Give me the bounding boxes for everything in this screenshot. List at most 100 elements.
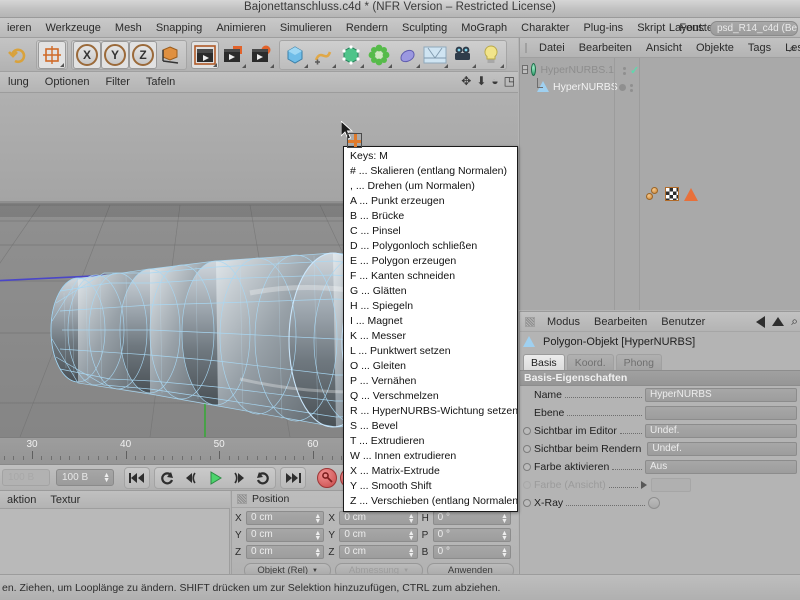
shortcut-item[interactable]: I ... Magnet: [344, 314, 517, 329]
override-radio[interactable]: [523, 463, 531, 471]
shortcut-item[interactable]: K ... Messer: [344, 329, 517, 344]
stepper-icon[interactable]: ▲ ▼: [408, 513, 415, 525]
shortcut-item[interactable]: Y ... Smooth Shift: [344, 479, 517, 494]
expander-icon[interactable]: –: [522, 65, 529, 74]
object-menu-item-datei[interactable]: Datei: [532, 38, 572, 58]
menu-item-rendern[interactable]: Rendern: [339, 18, 395, 38]
menu-item-mograph[interactable]: MoGraph: [454, 18, 514, 38]
override-radio[interactable]: [523, 427, 531, 435]
material-menu-item-aktion[interactable]: aktion: [0, 491, 43, 509]
up-arrow-icon[interactable]: [772, 317, 785, 326]
search-icon[interactable]: ⌕: [791, 314, 798, 329]
coord-field-size-y[interactable]: 0 cm ▲ ▼: [339, 528, 418, 542]
visibility-dot-icon[interactable]: [619, 84, 626, 91]
property-field-name[interactable]: HyperNURBS: [645, 388, 797, 402]
property-field-ebene[interactable]: [645, 406, 797, 420]
menu-item-ieren[interactable]: ieren: [0, 18, 38, 38]
material-manager-panel[interactable]: [0, 509, 230, 574]
stepper-icon[interactable]: ▲ ▼: [103, 472, 110, 484]
shortcut-item[interactable]: Q ... Verschmelzen: [344, 389, 517, 404]
environment-icon[interactable]: [421, 41, 449, 69]
material-menu-item-textur[interactable]: Textur: [43, 491, 87, 509]
shortcut-item[interactable]: W ... Innen extrudieren: [344, 449, 517, 464]
texture-tag-icon[interactable]: [665, 187, 679, 201]
deformer-icon[interactable]: [393, 41, 421, 69]
render-view-icon[interactable]: [191, 40, 219, 69]
expand-arrow-icon[interactable]: [641, 481, 647, 489]
shortcut-item[interactable]: R ... HyperNURBS-Wichtung setzen: [344, 404, 517, 419]
viewport-menu-item-lung[interactable]: lung: [0, 72, 37, 93]
zoom-icon[interactable]: ⬇: [476, 74, 486, 88]
back-arrow-icon[interactable]: [756, 315, 766, 328]
coord-field-size-z[interactable]: 0 cm ▲ ▼: [339, 545, 418, 559]
move-axis-icon[interactable]: [38, 40, 66, 69]
search-icon[interactable]: ⌕: [789, 41, 796, 56]
visibility-row[interactable]: [615, 79, 639, 96]
grip-icon[interactable]: [525, 316, 535, 327]
shortcut-item[interactable]: Z ... Verschieben (entlang Normalen): [344, 494, 517, 509]
menu-item-plug-ins[interactable]: Plug-ins: [576, 18, 630, 38]
layout-selector[interactable]: Layout: psd_R14_c4d (Ben: [669, 18, 800, 38]
shortcut-item[interactable]: P ... Vernähen: [344, 374, 517, 389]
shortcut-item[interactable]: L ... Punktwert setzen: [344, 344, 517, 359]
shortcut-item[interactable]: G ... Glätten: [344, 284, 517, 299]
go-to-start-button[interactable]: [125, 468, 149, 488]
menu-item-sculpting[interactable]: Sculpting: [395, 18, 454, 38]
object-tree[interactable]: – HyperNURBS.1 HyperNURBS: [520, 58, 618, 310]
coord-field-position-y[interactable]: 0 cm ▲ ▼: [246, 528, 325, 542]
render-settings-icon[interactable]: [247, 41, 275, 69]
override-radio[interactable]: [523, 499, 531, 507]
object-menu-item-tags[interactable]: Tags: [741, 38, 778, 58]
render-region-icon[interactable]: [219, 41, 247, 69]
camera-icon[interactable]: [449, 41, 477, 69]
viewport-menu-item-optionen[interactable]: Optionen: [37, 72, 98, 93]
object-tree-row[interactable]: – HyperNURBS.1: [520, 61, 614, 78]
menu-item-werkzeuge[interactable]: Werkzeuge: [38, 18, 107, 38]
shortcut-item[interactable]: F ... Kanten schneiden: [344, 269, 517, 284]
record-key-icon[interactable]: [317, 467, 337, 488]
frame-back-loop-button[interactable]: [155, 468, 179, 488]
frame-forward-button[interactable]: [227, 468, 251, 488]
coord-field-rotation-p[interactable]: 0 ° ▲ ▼: [432, 528, 511, 542]
play-button[interactable]: [203, 468, 227, 488]
shortcut-item[interactable]: T ... Extrudieren: [344, 434, 517, 449]
menu-item-animieren[interactable]: Animieren: [209, 18, 273, 38]
object-axis-icon[interactable]: [157, 41, 185, 69]
menu-item-mesh[interactable]: Mesh: [108, 18, 149, 38]
property-toggle[interactable]: [648, 497, 660, 509]
viewport-menu-item-filter[interactable]: Filter: [97, 72, 137, 93]
coord-field-rotation-b[interactable]: 0 ° ▲ ▼: [432, 545, 511, 559]
loop-icon[interactable]: [251, 468, 275, 488]
shortcut-item[interactable]: # ... Skalieren (entlang Normalen): [344, 164, 517, 179]
object-menu-item-objekte[interactable]: Objekte: [689, 38, 741, 58]
menu-item-charakter[interactable]: Charakter: [514, 18, 576, 38]
shortcut-item[interactable]: A ... Punkt erzeugen: [344, 194, 517, 209]
object-tree-row[interactable]: HyperNURBS: [520, 78, 618, 95]
stepper-icon[interactable]: ▲ ▼: [408, 530, 415, 542]
stepper-icon[interactable]: ▲ ▼: [501, 530, 508, 542]
stepper-icon[interactable]: ▲ ▼: [408, 547, 415, 559]
menu-item-skript[interactable]: Skript: [630, 18, 672, 38]
coord-field-size-x[interactable]: 0 cm ▲ ▼: [339, 511, 418, 525]
object-tree-body[interactable]: – HyperNURBS.1 HyperNURBS ✓: [520, 58, 800, 310]
shortcut-item[interactable]: , ... Drehen (um Normalen): [344, 179, 517, 194]
property-field-sichtbar-beim-rendern[interactable]: Undef.: [647, 442, 797, 456]
maximize-icon[interactable]: ◳: [504, 74, 515, 88]
axis-y-button[interactable]: Y: [101, 40, 129, 69]
axis-x-button[interactable]: X: [73, 40, 101, 69]
shortcut-item[interactable]: C ... Pinsel: [344, 224, 517, 239]
attribute-menu-item-bearbeiten[interactable]: Bearbeiten: [587, 312, 654, 332]
shortcut-item[interactable]: S ... Bevel: [344, 419, 517, 434]
menu-item-snapping[interactable]: Snapping: [149, 18, 210, 38]
go-to-end-button[interactable]: [281, 468, 305, 488]
property-field-sichtbar-im-editor[interactable]: Undef.: [645, 424, 797, 438]
coord-field-position-x[interactable]: 0 cm ▲ ▼: [246, 511, 325, 525]
tab-phong[interactable]: Phong: [615, 354, 662, 370]
viewport-menu-item-tafeln[interactable]: Tafeln: [138, 72, 183, 93]
modeling-object-icon[interactable]: [365, 41, 393, 69]
object-menu-item-bearbeiten[interactable]: Bearbeiten: [572, 38, 639, 58]
shortcut-item[interactable]: B ... Brücke: [344, 209, 517, 224]
stepper-icon[interactable]: ▲ ▼: [314, 513, 321, 525]
axis-z-button[interactable]: Z: [129, 40, 157, 69]
property-field-farbe-aktivieren[interactable]: Aus: [645, 460, 797, 474]
